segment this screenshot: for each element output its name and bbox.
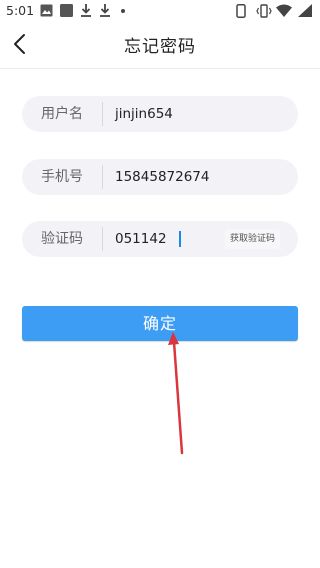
notification-dot-icon: [121, 9, 125, 13]
wifi-icon: [276, 4, 292, 17]
download-icon: [100, 4, 110, 17]
download-icon: [81, 4, 91, 17]
phone-input[interactable]: 15845872674: [115, 159, 255, 195]
field-divider: [102, 102, 103, 126]
app-square-icon: [60, 4, 73, 17]
page-title: 忘记密码: [124, 37, 196, 57]
app-bar: 忘记密码: [0, 22, 320, 69]
get-code-button[interactable]: 获取验证码: [224, 229, 280, 249]
status-bar: 5:01: [0, 0, 320, 22]
phone-label: 手机号: [41, 169, 83, 185]
annotation-arrow-icon: [168, 332, 184, 455]
signal-icon: [298, 4, 312, 17]
username-input[interactable]: jinjin654: [115, 96, 255, 132]
text-cursor: [179, 231, 181, 247]
username-label: 用户名: [41, 106, 83, 122]
image-icon: [40, 4, 53, 17]
vibrate-icon: [256, 4, 272, 18]
username-field[interactable]: 用户名 jinjin654: [22, 96, 298, 132]
field-divider: [102, 227, 103, 251]
portrait-lock-icon: [236, 4, 246, 18]
verification-code-field[interactable]: 验证码 051142 获取验证码: [22, 221, 298, 257]
verification-code-label: 验证码: [41, 231, 83, 247]
phone-field[interactable]: 手机号 15845872674: [22, 159, 298, 195]
field-divider: [102, 165, 103, 189]
status-time: 5:01: [6, 3, 35, 18]
